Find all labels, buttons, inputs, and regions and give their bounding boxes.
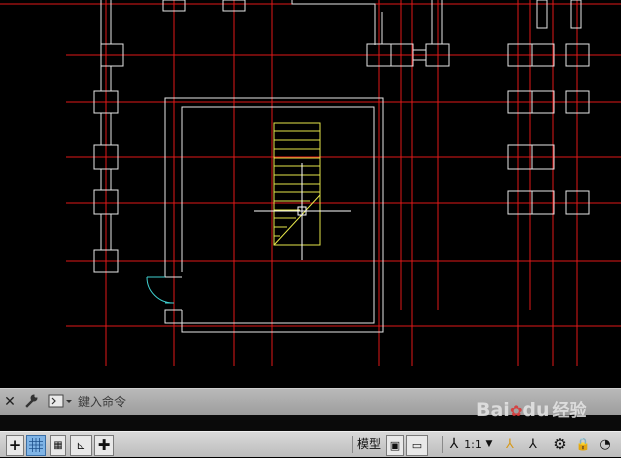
command-prompt-icon[interactable]	[48, 393, 74, 411]
crosshair-cursor	[254, 163, 351, 260]
grid-icon[interactable]	[26, 435, 46, 456]
annotation-visibility-icon[interactable]: ⅄	[500, 435, 520, 454]
crosshair-icon[interactable]: +	[6, 435, 24, 456]
snap-icon[interactable]: ▦	[50, 435, 66, 456]
watermark: Bai✿du 经验	[476, 396, 587, 421]
wrench-icon[interactable]	[22, 393, 40, 411]
auto-scale-icon[interactable]: ⅄	[523, 435, 543, 454]
walls	[93, 0, 590, 333]
watermark-suffix: 经验	[552, 401, 587, 421]
door	[146, 276, 174, 304]
model-tab[interactable]: 模型	[356, 435, 382, 454]
polar-icon[interactable]: ✚	[94, 435, 114, 456]
close-icon[interactable]: ✕	[3, 393, 17, 411]
status-bar: + ▦ ⊾ ✚ 模型 ▣ ▭ ⅄ 1:1 ▼ ⅄ ⅄ ⚙ 🔒 ◔	[0, 431, 621, 457]
staircase	[273, 122, 321, 246]
axis-lines	[0, 0, 621, 366]
paw-icon: ✿	[509, 402, 523, 420]
settings-icon[interactable]: ◔	[596, 435, 614, 454]
lock-icon[interactable]: 🔒	[574, 435, 592, 454]
annotation-icon[interactable]: ⅄	[447, 435, 461, 454]
ortho-icon[interactable]: ⊾	[70, 435, 92, 456]
layout-icon[interactable]: ▣	[386, 435, 404, 456]
layout-icon-2[interactable]: ▭	[406, 435, 428, 456]
workspace-icon[interactable]: ⚙	[551, 435, 569, 454]
drawing-canvas[interactable]	[0, 0, 621, 388]
scale-label[interactable]: 1:1	[463, 435, 483, 454]
watermark-brand-2: du	[522, 399, 550, 421]
chevron-down-icon[interactable]: ▼	[484, 435, 494, 454]
watermark-brand: Bai	[476, 399, 510, 421]
